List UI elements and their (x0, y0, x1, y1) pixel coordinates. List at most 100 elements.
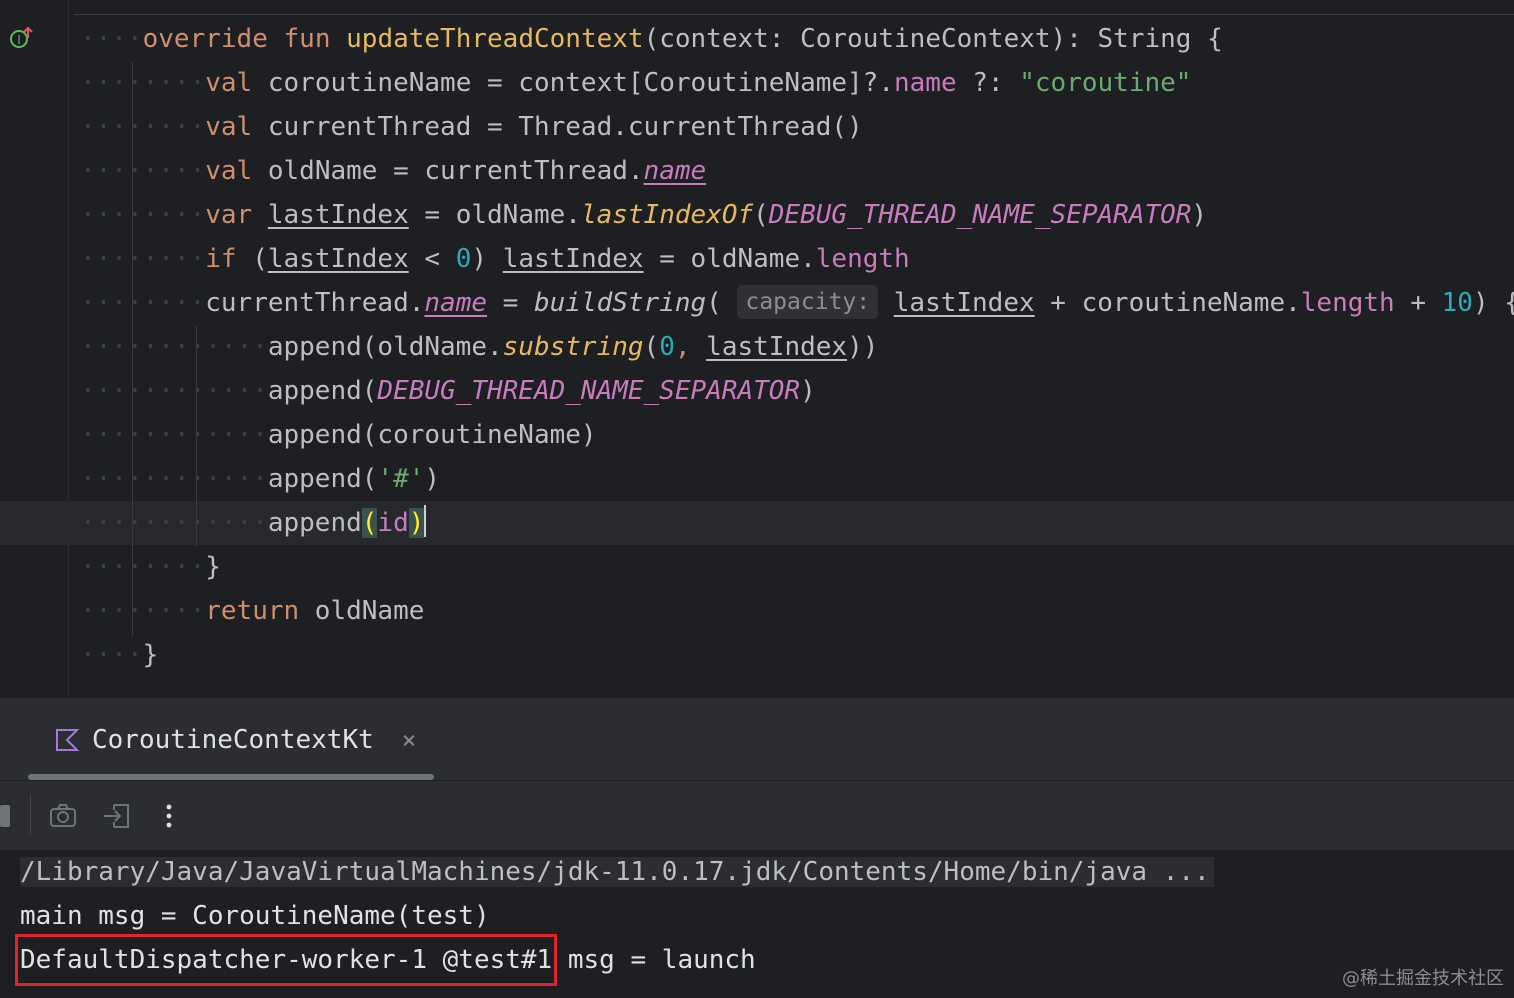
parameter-hint: capacity: (737, 285, 879, 319)
indent-guide (132, 62, 133, 636)
code-token: lastIndexOf (580, 200, 754, 230)
code-token: ( (643, 332, 660, 362)
code-token: + (1394, 288, 1442, 318)
code-token: ) (424, 464, 441, 494)
indent-whitespace: ········ (80, 288, 206, 318)
code-token: if (205, 244, 237, 274)
indent-whitespace: ············ (80, 376, 268, 406)
code-token: append(coroutineName) (267, 420, 597, 450)
code-token: } (142, 640, 159, 670)
code-token: oldName (299, 596, 425, 626)
code-token: coroutineName = context[CoroutineName]?. (252, 68, 894, 98)
implements-interface-icon[interactable]: I (9, 26, 33, 50)
run-toolbar (0, 780, 1514, 851)
code-token: id (377, 508, 409, 538)
code-token: lastIndex (267, 244, 409, 274)
code-line[interactable]: ····} (80, 633, 158, 677)
code-token: substring (502, 332, 644, 362)
code-token: (context: CoroutineContext): String { (643, 24, 1223, 54)
code-token: length (815, 244, 910, 274)
code-line[interactable]: ········val coroutineName = context[Coro… (80, 61, 1191, 105)
toolbar-separator (30, 795, 31, 835)
code-line[interactable]: ············append(coroutineName) (80, 413, 597, 457)
code-token: lastIndex (502, 244, 644, 274)
code-token: + coroutineName. (1034, 288, 1301, 318)
code-token: oldName = currentThread. (252, 156, 644, 186)
code-token: ( (753, 200, 769, 230)
indent-whitespace: ········ (80, 244, 206, 274)
indent-whitespace: ········ (80, 112, 206, 142)
exit-icon[interactable] (102, 801, 132, 831)
code-token: length (1300, 288, 1395, 318)
tab-label: CoroutineContextKt (92, 725, 374, 755)
run-tab-bar: CoroutineContextKt × (0, 698, 1514, 780)
code-token: DEBUG_THREAD_NAME_SEPARATOR (768, 200, 1192, 230)
code-token: ?: (956, 68, 1020, 98)
indent-whitespace: ········ (80, 552, 206, 582)
indent-whitespace: ········ (80, 596, 206, 626)
code-token: , (674, 332, 707, 362)
code-line[interactable]: ············append(oldName.substring(0, … (80, 325, 878, 369)
code-line[interactable]: ············append(DEBUG_THREAD_NAME_SEP… (80, 369, 816, 413)
code-token: currentThread. (205, 288, 425, 318)
indent-whitespace: ········ (80, 156, 206, 186)
code-line[interactable]: ········} (80, 545, 221, 589)
code-token: DEBUG_THREAD_NAME_SEPARATOR (377, 376, 801, 406)
code-token: updateThreadContext (346, 24, 644, 54)
code-token: name (643, 156, 707, 186)
code-token: lastIndex (893, 288, 1035, 318)
code-line[interactable]: ········val currentThread = Thread.curre… (80, 105, 863, 149)
code-token: val (205, 68, 253, 98)
code-token: "coroutine" (1019, 68, 1192, 98)
stop-icon[interactable] (0, 805, 10, 827)
code-line[interactable]: ········currentThread.name = buildString… (80, 281, 1514, 325)
code-token: ) { (1472, 288, 1514, 318)
highlight-annotation-box (15, 934, 557, 986)
more-options-icon[interactable] (154, 801, 184, 831)
code-editor[interactable]: I ····override fun updateThreadContext(c… (0, 0, 1514, 698)
svg-text:I: I (17, 33, 21, 47)
code-token: currentThread = Thread.currentThread() (252, 112, 863, 142)
indent-whitespace: ············ (80, 464, 268, 494)
code-token: = (487, 288, 534, 318)
code-token: } (205, 552, 221, 582)
code-line[interactable]: ············append(id) (0, 501, 1514, 545)
indent-whitespace: ············ (80, 332, 268, 362)
code-line[interactable]: ············append('#') (80, 457, 440, 501)
run-tool-window: CoroutineContextKt × /Library/Java/JavaV… (0, 698, 1514, 998)
code-token: ) (471, 244, 503, 274)
code-token: append( (267, 376, 378, 406)
code-token: ) (1191, 200, 1208, 230)
console-line: main msg = CoroutineName(test) (20, 901, 490, 931)
code-token: append( (267, 464, 378, 494)
close-icon[interactable]: × (402, 726, 416, 754)
code-token: val (205, 112, 253, 142)
indent-whitespace: ········ (80, 68, 206, 98)
console-output[interactable]: /Library/Java/JavaVirtualMachines/jdk-11… (0, 850, 1514, 998)
code-token: ( (706, 288, 738, 318)
tab-coroutinecontextkt[interactable]: CoroutineContextKt × (54, 722, 416, 758)
code-line[interactable]: ········var lastIndex = oldName.lastInde… (80, 193, 1207, 237)
code-token: ( (361, 508, 378, 538)
code-line[interactable]: ········if (lastIndex < 0) lastIndex = o… (80, 237, 910, 281)
code-token: ( (236, 244, 268, 274)
code-token: append(oldName. (267, 332, 503, 362)
code-token: )) (847, 332, 879, 362)
code-token: < (408, 244, 456, 274)
camera-icon[interactable] (48, 801, 78, 831)
indent-whitespace: ············ (80, 508, 268, 538)
editor-top-divider (74, 14, 1514, 15)
code-line[interactable]: ····override fun updateThreadContext(con… (80, 17, 1223, 61)
code-line[interactable]: ········val oldName = currentThread.name (80, 149, 706, 193)
code-token: buildString (533, 288, 707, 318)
code-token: return (205, 596, 300, 626)
code-token: 10 (1441, 288, 1473, 318)
code-token: lastIndex (267, 200, 409, 230)
code-token: var (205, 200, 253, 230)
indent-whitespace: ···· (80, 640, 143, 670)
code-token: lastIndex (706, 332, 848, 362)
